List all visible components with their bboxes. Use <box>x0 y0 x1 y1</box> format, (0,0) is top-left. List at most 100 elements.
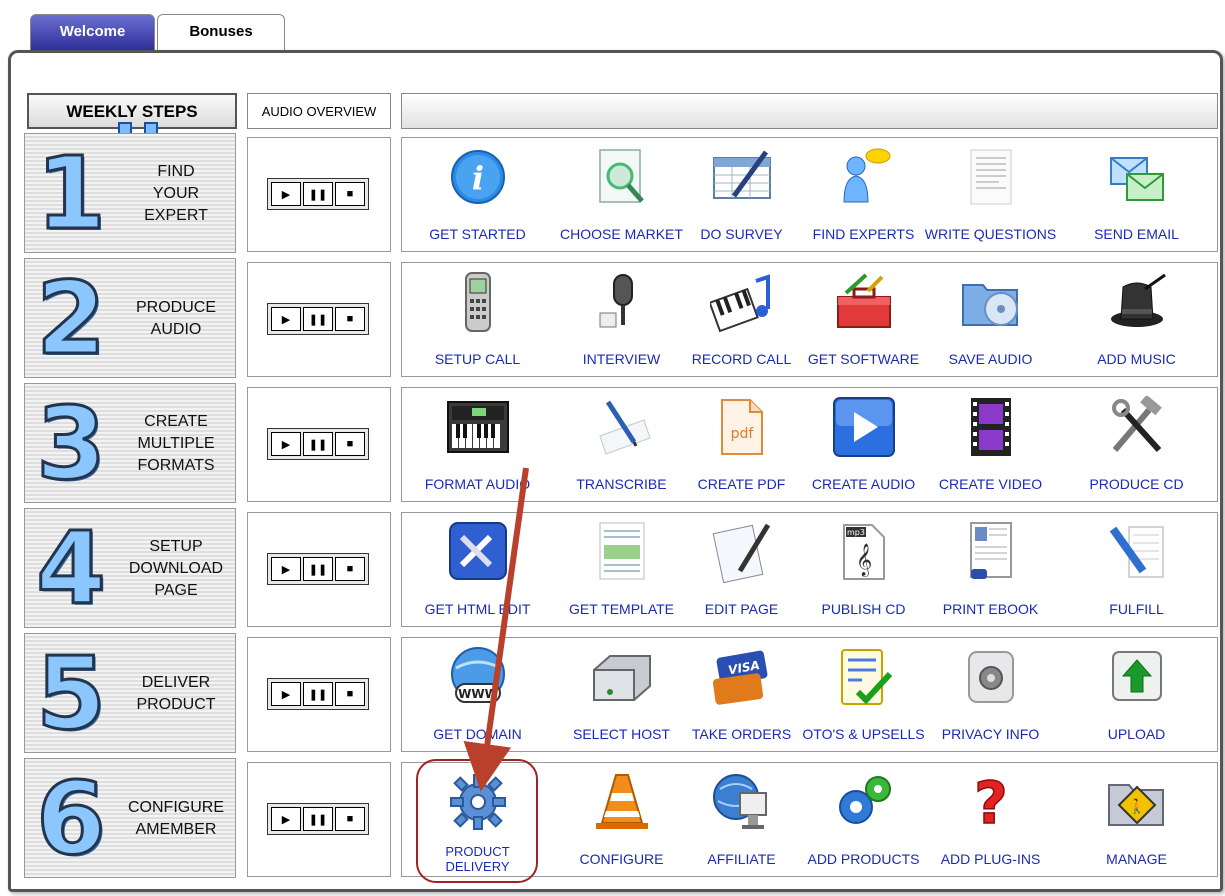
action-label[interactable]: SETUP CALL <box>404 351 551 367</box>
stop-button[interactable]: ■ <box>335 807 365 831</box>
action-label[interactable]: WRITE QUESTIONS <box>917 226 1064 242</box>
action-label[interactable]: PRODUCE CD <box>1063 476 1210 492</box>
action-label[interactable]: GET HTML EDIT <box>404 601 551 617</box>
checklist-icon[interactable] <box>832 646 896 708</box>
action-label[interactable]: GET SOFTWARE <box>790 351 937 367</box>
tools-app-icon[interactable] <box>446 521 510 583</box>
lock-icon[interactable] <box>959 646 1023 708</box>
folder-disc-icon[interactable] <box>959 271 1023 333</box>
mp3-file-icon[interactable]: mp3 𝄞 <box>832 521 896 583</box>
play-button[interactable]: ▶ <box>271 807 301 831</box>
play-button-icon[interactable] <box>832 396 896 458</box>
play-button[interactable]: ▶ <box>271 182 301 206</box>
hammer-wrench-icon[interactable] <box>1105 394 1169 458</box>
stop-button[interactable]: ■ <box>335 557 365 581</box>
film-strip-icon[interactable] <box>959 396 1023 458</box>
action-format-audio[interactable]: FORMAT AUDIO <box>410 396 545 500</box>
action-save-audio[interactable]: SAVE AUDIO <box>923 271 1058 375</box>
text-document-icon[interactable] <box>959 146 1023 208</box>
play-button[interactable]: ▶ <box>271 432 301 456</box>
action-label[interactable]: CREATE VIDEO <box>917 476 1064 492</box>
action-get-started[interactable]: i GET STARTED <box>410 146 545 250</box>
action-label[interactable]: GET STARTED <box>404 226 551 242</box>
action-record-call[interactable]: RECORD CALL <box>674 271 809 375</box>
action-label[interactable]: ADD PLUG-INS <box>917 851 1064 867</box>
gears-icon[interactable] <box>832 771 896 833</box>
spreadsheet-pencil-icon[interactable] <box>710 146 774 208</box>
pause-button[interactable]: ❚❚ <box>303 807 333 831</box>
action-create-pdf[interactable]: pdf CREATE PDF <box>674 396 809 500</box>
pdf-file-icon[interactable]: pdf <box>710 396 774 458</box>
action-setup-call[interactable]: SETUP CALL <box>410 271 545 375</box>
action-publish-cd[interactable]: mp3 𝄞 PUBLISH CD <box>796 521 931 625</box>
action-label[interactable]: OTO'S & UPSELLS <box>790 726 937 742</box>
person-chat-icon[interactable] <box>832 146 896 208</box>
action-label[interactable]: SEND EMAIL <box>1063 226 1210 242</box>
action-label[interactable]: PRIVACY INFO <box>917 726 1064 742</box>
globe-computer-icon[interactable] <box>710 771 774 833</box>
action-label[interactable]: CREATE AUDIO <box>790 476 937 492</box>
toolbox-icon[interactable] <box>832 271 896 333</box>
action-label[interactable]: PUBLISH CD <box>790 601 937 617</box>
action-get-software[interactable]: GET SOFTWARE <box>796 271 931 375</box>
action-produce-cd[interactable]: PRODUCE CD <box>1069 394 1204 500</box>
action-add-music[interactable]: ADD MUSIC <box>1069 271 1204 375</box>
pause-button[interactable]: ❚❚ <box>303 682 333 706</box>
hard-drive-icon[interactable] <box>590 646 654 708</box>
tab-bonuses[interactable]: Bonuses <box>157 14 285 50</box>
credit-cards-icon[interactable]: VISA <box>710 646 774 708</box>
action-label[interactable]: FIND EXPERTS <box>790 226 937 242</box>
web-template-icon[interactable] <box>590 521 654 583</box>
action-get-html-edit[interactable]: GET HTML EDIT <box>410 521 545 625</box>
action-privacy-info[interactable]: PRIVACY INFO <box>923 646 1058 750</box>
document-pencil-icon[interactable] <box>1105 521 1169 583</box>
stop-button[interactable]: ■ <box>335 432 365 456</box>
action-send-email[interactable]: SEND EMAIL <box>1069 146 1204 250</box>
action-create-audio[interactable]: CREATE AUDIO <box>796 396 931 500</box>
action-label[interactable]: FORMAT AUDIO <box>404 476 551 492</box>
action-manage[interactable]: 🚶 MANAGE <box>1069 771 1204 875</box>
pause-button[interactable]: ❚❚ <box>303 432 333 456</box>
document-pen-icon[interactable] <box>710 521 774 584</box>
tab-welcome[interactable]: Welcome <box>30 14 155 50</box>
action-affiliate[interactable]: AFFILIATE <box>674 771 809 875</box>
magic-hat-icon[interactable] <box>1105 271 1169 333</box>
magnifier-document-icon[interactable] <box>590 146 654 208</box>
stop-button[interactable]: ■ <box>335 682 365 706</box>
pause-button[interactable]: ❚❚ <box>303 182 333 206</box>
action-edit-page[interactable]: EDIT PAGE <box>674 521 809 625</box>
info-icon[interactable]: i <box>446 146 510 208</box>
pause-button[interactable]: ❚❚ <box>303 307 333 331</box>
stop-button[interactable]: ■ <box>335 307 365 331</box>
envelopes-icon[interactable] <box>1105 146 1169 208</box>
piano-music-icon[interactable] <box>707 271 774 333</box>
action-upload[interactable]: UPLOAD <box>1069 646 1204 750</box>
action-add-plug-ins[interactable]: ? ADD PLUG-INS <box>923 768 1058 875</box>
stop-button[interactable]: ■ <box>335 182 365 206</box>
folder-sign-icon[interactable]: 🚶 <box>1105 771 1169 833</box>
action-get-domain[interactable]: WWW GET DOMAIN <box>410 646 545 750</box>
action-fulfill[interactable]: FULFILL <box>1069 521 1204 625</box>
action-find-experts[interactable]: FIND EXPERTS <box>796 146 931 250</box>
action-take-orders[interactable]: VISA TAKE ORDERS <box>674 646 809 750</box>
mobile-phone-icon[interactable] <box>446 271 510 333</box>
keyboard-synth-icon[interactable] <box>446 396 510 458</box>
action-label[interactable]: SAVE AUDIO <box>917 351 1064 367</box>
action-label[interactable]: ADD MUSIC <box>1063 351 1210 367</box>
question-mark-icon[interactable]: ? <box>959 768 1023 838</box>
action-do-survey[interactable]: DO SURVEY <box>674 146 809 250</box>
action-create-video[interactable]: CREATE VIDEO <box>923 396 1058 500</box>
www-globe-icon[interactable]: WWW <box>446 646 510 708</box>
action-label[interactable]: MANAGE <box>1063 851 1210 867</box>
pause-button[interactable]: ❚❚ <box>303 557 333 581</box>
action-label[interactable]: PRINT EBOOK <box>917 601 1064 617</box>
traffic-cone-icon[interactable] <box>590 771 654 833</box>
action-label[interactable]: FULFILL <box>1063 601 1210 617</box>
action-oto-s-upsells[interactable]: OTO'S & UPSELLS <box>796 646 931 750</box>
action-print-ebook[interactable]: PRINT EBOOK <box>923 521 1058 625</box>
play-button[interactable]: ▶ <box>271 557 301 581</box>
action-add-products[interactable]: ADD PRODUCTS <box>796 771 931 875</box>
upload-arrow-icon[interactable] <box>1105 646 1169 708</box>
microphone-icon[interactable] <box>590 271 654 333</box>
pen-paper-icon[interactable] <box>590 396 654 458</box>
